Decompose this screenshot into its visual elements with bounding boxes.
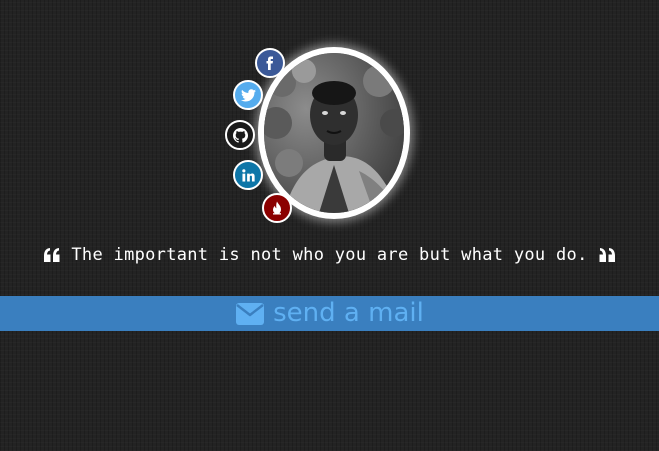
- send-mail-label: send a mail: [273, 298, 424, 328]
- send-mail-button[interactable]: send a mail: [0, 296, 659, 331]
- quote-close-icon: [598, 247, 616, 263]
- twitter-link[interactable]: [233, 80, 263, 110]
- quote: The important is not who you are but wha…: [0, 240, 659, 270]
- github-icon: [232, 127, 248, 143]
- quote-text: The important is not who you are but wha…: [71, 245, 588, 265]
- github-link[interactable]: [225, 120, 255, 150]
- flame-link[interactable]: [262, 193, 292, 223]
- avatar: [264, 53, 404, 213]
- flame-icon: [271, 201, 283, 215]
- envelope-icon: [235, 302, 273, 326]
- facebook-link[interactable]: [255, 48, 285, 78]
- linkedin-link[interactable]: [233, 160, 263, 190]
- facebook-icon: [263, 56, 277, 70]
- quote-open-icon: [43, 247, 61, 263]
- linkedin-icon: [241, 168, 255, 182]
- twitter-icon: [240, 88, 256, 102]
